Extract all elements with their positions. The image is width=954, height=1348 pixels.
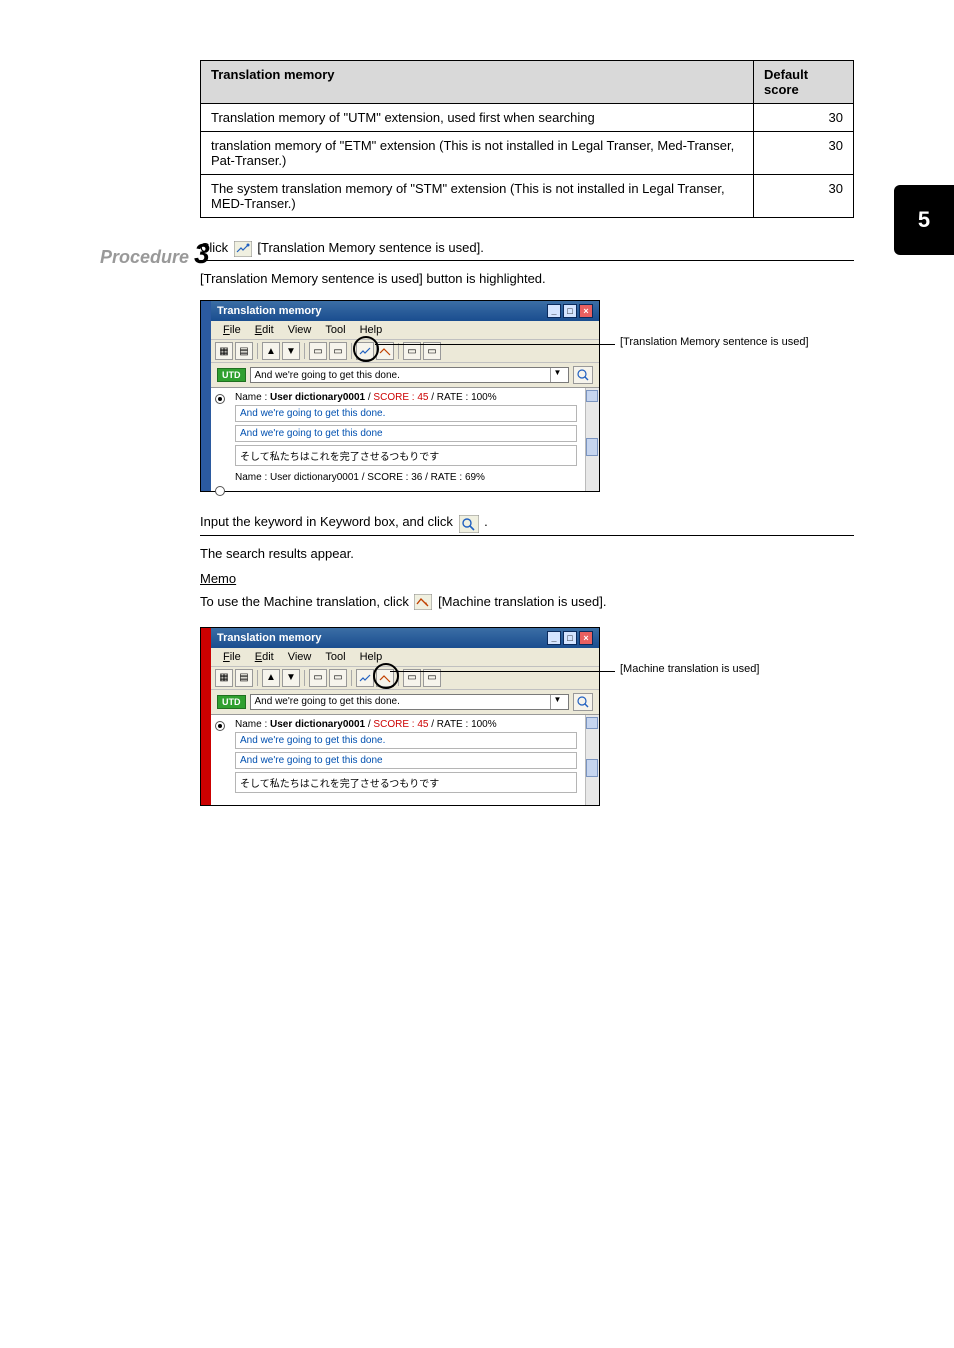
tb2-down-icon[interactable]: ▼	[282, 669, 300, 687]
result-2: Name : User dictionary0001 / SCORE : 36 …	[235, 472, 577, 483]
minimize-button-2[interactable]: _	[547, 631, 561, 645]
scrollbar[interactable]	[585, 388, 599, 491]
menubar: File Edit View Tool Help	[211, 321, 599, 339]
search-icon	[459, 513, 479, 533]
cell-stm-score: 30	[754, 175, 854, 218]
step3-text-b: [Translation Memory sentence is used].	[257, 240, 483, 255]
searchbar: UTD And we're going to get this done. ▼	[211, 363, 599, 387]
tb-up-icon[interactable]: ▲	[262, 342, 280, 360]
tb2-btn-5[interactable]: ▭	[309, 669, 327, 687]
app-window-2: Translation memory _ □ × File Edit View …	[200, 627, 600, 806]
menu-view[interactable]: View	[282, 323, 318, 337]
result-1b: Name : User dictionary0001 / SCORE : 45 …	[235, 719, 577, 793]
step3-sub: [Translation Memory sentence is used] bu…	[200, 271, 854, 286]
utd-badge-2: UTD	[217, 695, 246, 709]
tb2-up-icon[interactable]: ▲	[262, 669, 280, 687]
menu-help-2[interactable]: Help	[354, 650, 389, 664]
th-default-score: Default score	[754, 61, 854, 104]
step4-text-b: .	[484, 514, 488, 529]
menu-edit-2[interactable]: Edit	[249, 650, 280, 664]
cell-etm: translation memory of "ETM" extension (T…	[201, 132, 754, 175]
memo-text-a: To use the Machine translation, click	[200, 594, 412, 609]
result-1b-target: そして私たちはこれを完了させるつもりです	[235, 772, 577, 793]
callout-mt-used: [Machine translation is used]	[620, 663, 759, 675]
window-title: Translation memory	[217, 305, 322, 317]
chapter-tab: 5	[894, 185, 954, 255]
tm-used-icon	[234, 239, 252, 259]
menu-view-2[interactable]: View	[282, 650, 318, 664]
left-strip	[201, 301, 211, 491]
score-table: Translation memory Default score Transla…	[200, 60, 854, 218]
dropdown-icon[interactable]: ▼	[550, 368, 564, 382]
step-3: Procedure 3 Click [Translation Memory se…	[200, 238, 854, 261]
tm-used-toolbar-icon-2[interactable]	[356, 669, 374, 687]
left-strip-2	[201, 628, 211, 805]
cell-stm: The system translation memory of "STM" e…	[201, 175, 754, 218]
utd-badge: UTD	[217, 368, 246, 382]
figure-tm-used: Translation memory _ □ × File Edit View …	[200, 300, 854, 492]
tb-btn-2[interactable]: ▤	[235, 342, 253, 360]
titlebar-2: Translation memory _ □ ×	[211, 628, 599, 648]
th-translation-memory: Translation memory	[201, 61, 754, 104]
result-1-match: And we're going to get this done	[235, 425, 577, 442]
menu-tool-2[interactable]: Tool	[319, 650, 351, 664]
tb2-btn-1[interactable]: ▦	[215, 669, 233, 687]
keyword-input[interactable]: And we're going to get this done. ▼	[250, 367, 570, 383]
tb-btn-6[interactable]: ▭	[329, 342, 347, 360]
result-1b-match: And we're going to get this done	[235, 752, 577, 769]
step4-text-a: Input the keyword in Keyword box, and cl…	[200, 514, 457, 529]
result-1: Name : User dictionary0001 / SCORE : 45 …	[235, 392, 577, 466]
result-radio-1[interactable]	[215, 394, 225, 404]
step-4: Input the keyword in Keyword box, and cl…	[200, 512, 854, 535]
highlight-circle-2	[373, 663, 399, 689]
callout-tm-used: [Translation Memory sentence is used]	[620, 336, 809, 348]
results-pane-2: Name : User dictionary0001 / SCORE : 45 …	[211, 714, 599, 805]
results-pane: Name : User dictionary0001 / SCORE : 45 …	[211, 387, 599, 491]
search-go-button-2[interactable]	[573, 693, 593, 711]
mt-used-icon	[414, 592, 432, 613]
keyword-value: And we're going to get this done.	[255, 370, 400, 381]
scrollbar-2[interactable]	[585, 715, 599, 805]
keyword-value-2: And we're going to get this done.	[255, 696, 400, 707]
minimize-button[interactable]: _	[547, 304, 561, 318]
close-button-2[interactable]: ×	[579, 631, 593, 645]
close-button[interactable]: ×	[579, 304, 593, 318]
menubar-2: File Edit View Tool Help	[211, 648, 599, 666]
cell-etm-score: 30	[754, 132, 854, 175]
memo-text-b: [Machine translation is used].	[438, 594, 606, 609]
memo-heading: Memo	[200, 571, 854, 586]
searchbar-2: UTD And we're going to get this done. ▼	[211, 690, 599, 714]
menu-tool[interactable]: Tool	[319, 323, 351, 337]
tb2-btn-6[interactable]: ▭	[329, 669, 347, 687]
maximize-button-2[interactable]: □	[563, 631, 577, 645]
window-title-2: Translation memory	[217, 632, 322, 644]
titlebar: Translation memory _ □ ×	[211, 301, 599, 321]
step-label: Procedure 3	[100, 238, 210, 270]
menu-file[interactable]: File	[217, 323, 247, 337]
maximize-button[interactable]: □	[563, 304, 577, 318]
dropdown-icon-2[interactable]: ▼	[550, 695, 564, 709]
result-radio-2[interactable]	[215, 486, 225, 496]
result-1b-source: And we're going to get this done.	[235, 732, 577, 749]
tb-btn-1[interactable]: ▦	[215, 342, 233, 360]
keyword-input-2[interactable]: And we're going to get this done. ▼	[250, 694, 570, 710]
toolbar-2: ▦ ▤ ▲ ▼ ▭ ▭	[211, 666, 599, 690]
menu-help[interactable]: Help	[354, 323, 389, 337]
toolbar: ▦ ▤ ▲ ▼ ▭ ▭	[211, 339, 599, 363]
cell-utm-score: 30	[754, 104, 854, 132]
result-radio-1b[interactable]	[215, 721, 225, 731]
tb2-btn-2[interactable]: ▤	[235, 669, 253, 687]
result-1-target: そして私たちはこれを完了させるつもりです	[235, 445, 577, 466]
app-window-1: Translation memory _ □ × File Edit View …	[200, 300, 600, 492]
menu-file-2[interactable]: File	[217, 650, 247, 664]
cell-utm: Translation memory of "UTM" extension, u…	[201, 104, 754, 132]
figure-mt-used: Translation memory _ □ × File Edit View …	[200, 627, 854, 806]
step4-sub: The search results appear.	[200, 546, 854, 561]
result-1-source: And we're going to get this done.	[235, 405, 577, 422]
search-go-button[interactable]	[573, 366, 593, 384]
menu-edit[interactable]: Edit	[249, 323, 280, 337]
tb-btn-5[interactable]: ▭	[309, 342, 327, 360]
tb-down-icon[interactable]: ▼	[282, 342, 300, 360]
